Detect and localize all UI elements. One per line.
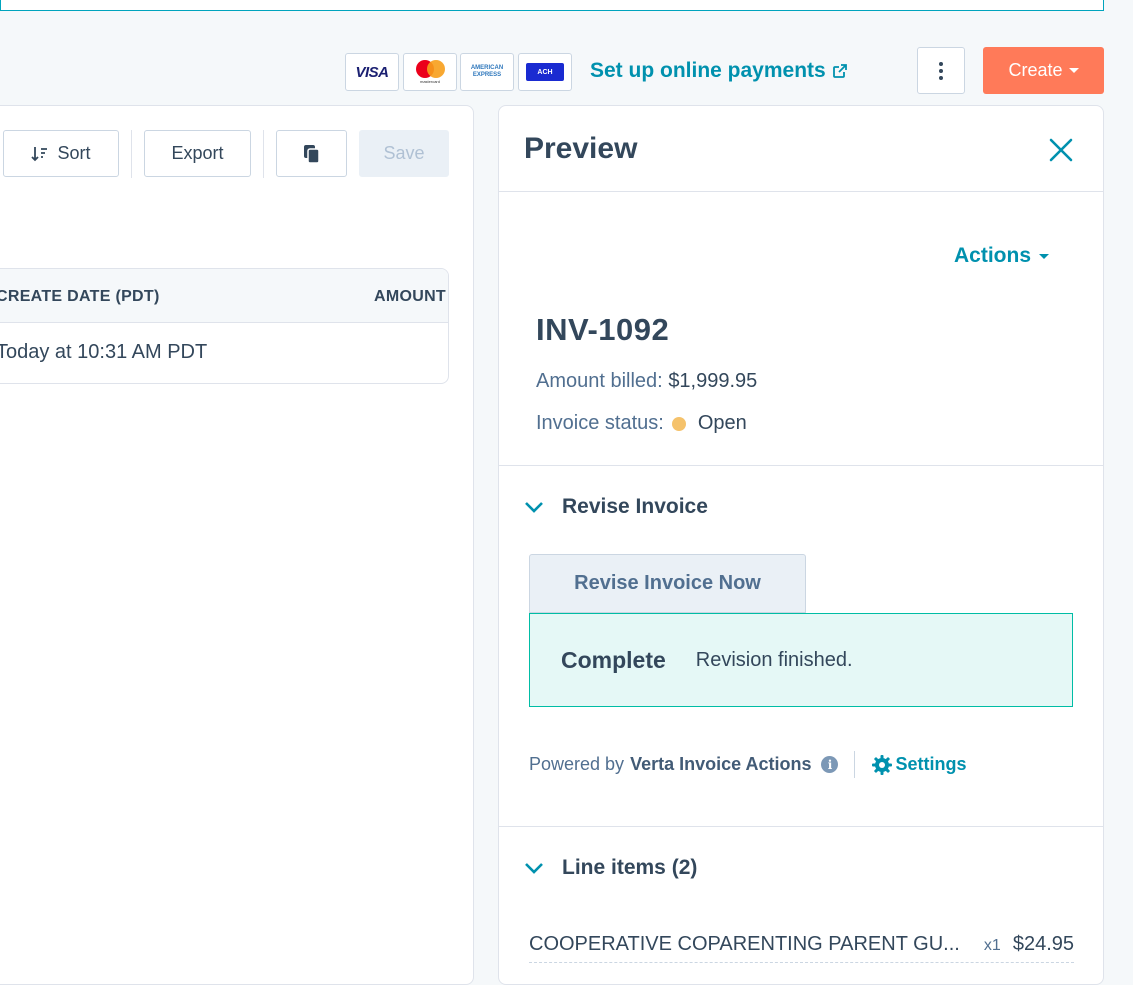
ach-logo: ACH: [518, 53, 572, 91]
toolbar-divider: [131, 130, 132, 178]
kebab-dot: [939, 61, 943, 66]
table-header: CREATE DATE (PDT) AMOUNT: [0, 269, 448, 323]
line-items-section-toggle[interactable]: Line items (2): [524, 856, 697, 880]
invoices-table: CREATE DATE (PDT) AMOUNT Today at 10:31 …: [0, 268, 449, 384]
revise-invoice-now-button[interactable]: Revise Invoice Now: [529, 554, 806, 613]
setup-online-payments-link[interactable]: Set up online payments: [590, 59, 848, 83]
sort-button[interactable]: Sort: [3, 130, 119, 177]
line-item-quantity: x1: [983, 937, 1001, 954]
export-button[interactable]: Export: [144, 130, 251, 177]
chevron-down-icon: [525, 502, 543, 513]
result-title: Complete: [561, 646, 666, 673]
powered-by: Powered by Verta Invoice Actions i Setti…: [529, 751, 966, 778]
caret-down-icon: [1068, 68, 1079, 73]
sort-icon: [31, 146, 48, 161]
app-brand-name: Verta Invoice Actions: [630, 754, 812, 774]
copy-icon: [303, 144, 320, 164]
gear-icon: [872, 754, 893, 775]
more-options-button[interactable]: [917, 47, 965, 94]
external-link-icon: [832, 64, 847, 78]
divider: [499, 191, 1103, 192]
amount-billed: Amount billed: $1,999.95: [536, 370, 758, 392]
caret-down-icon: [1039, 253, 1050, 259]
divider: [499, 465, 1103, 466]
revision-result-alert: Complete Revision finished.: [529, 613, 1073, 707]
duplicate-view-button[interactable]: [276, 130, 347, 177]
info-icon[interactable]: i: [821, 756, 839, 773]
divider: [499, 826, 1103, 827]
records-panel: [0, 105, 474, 985]
result-message: Revision finished.: [695, 648, 853, 671]
create-date-cell: Today at 10:31 AM PDT: [0, 341, 208, 363]
kebab-dot: [939, 68, 943, 73]
status-dot-icon: [671, 416, 686, 431]
line-item-name: COOPERATIVE COPARENTING PARENT GU...: [529, 933, 960, 955]
column-header-create-date[interactable]: CREATE DATE (PDT): [0, 288, 160, 306]
settings-link[interactable]: Settings: [871, 754, 966, 776]
divider: [854, 751, 856, 778]
line-item[interactable]: COOPERATIVE COPARENTING PARENT GU... x1 …: [529, 933, 1074, 963]
column-header-amount[interactable]: AMOUNT: [374, 288, 446, 306]
close-icon[interactable]: [1047, 136, 1075, 164]
chevron-down-icon: [525, 863, 543, 874]
toolbar-divider: [263, 130, 264, 178]
actions-dropdown[interactable]: Actions: [954, 244, 1050, 268]
kebab-dot: [939, 75, 943, 80]
preview-title: Preview: [524, 132, 638, 165]
mastercard-logo: mastercard: [403, 53, 457, 91]
revise-invoice-section-toggle[interactable]: Revise Invoice: [524, 495, 708, 519]
invoice-number: INV-1092: [536, 312, 670, 347]
visa-logo: VISA: [345, 53, 399, 91]
top-banner: [0, 0, 1104, 11]
preview-panel: Preview Actions INV-1092 Amount billed: …: [498, 105, 1104, 985]
create-button[interactable]: Create: [983, 47, 1104, 94]
line-item-price: $24.95: [1012, 933, 1074, 955]
amex-logo: AMERICAN EXPRESS: [460, 53, 514, 91]
invoice-status: Invoice status: Open: [536, 412, 747, 434]
save-view-button[interactable]: Save: [359, 130, 449, 177]
